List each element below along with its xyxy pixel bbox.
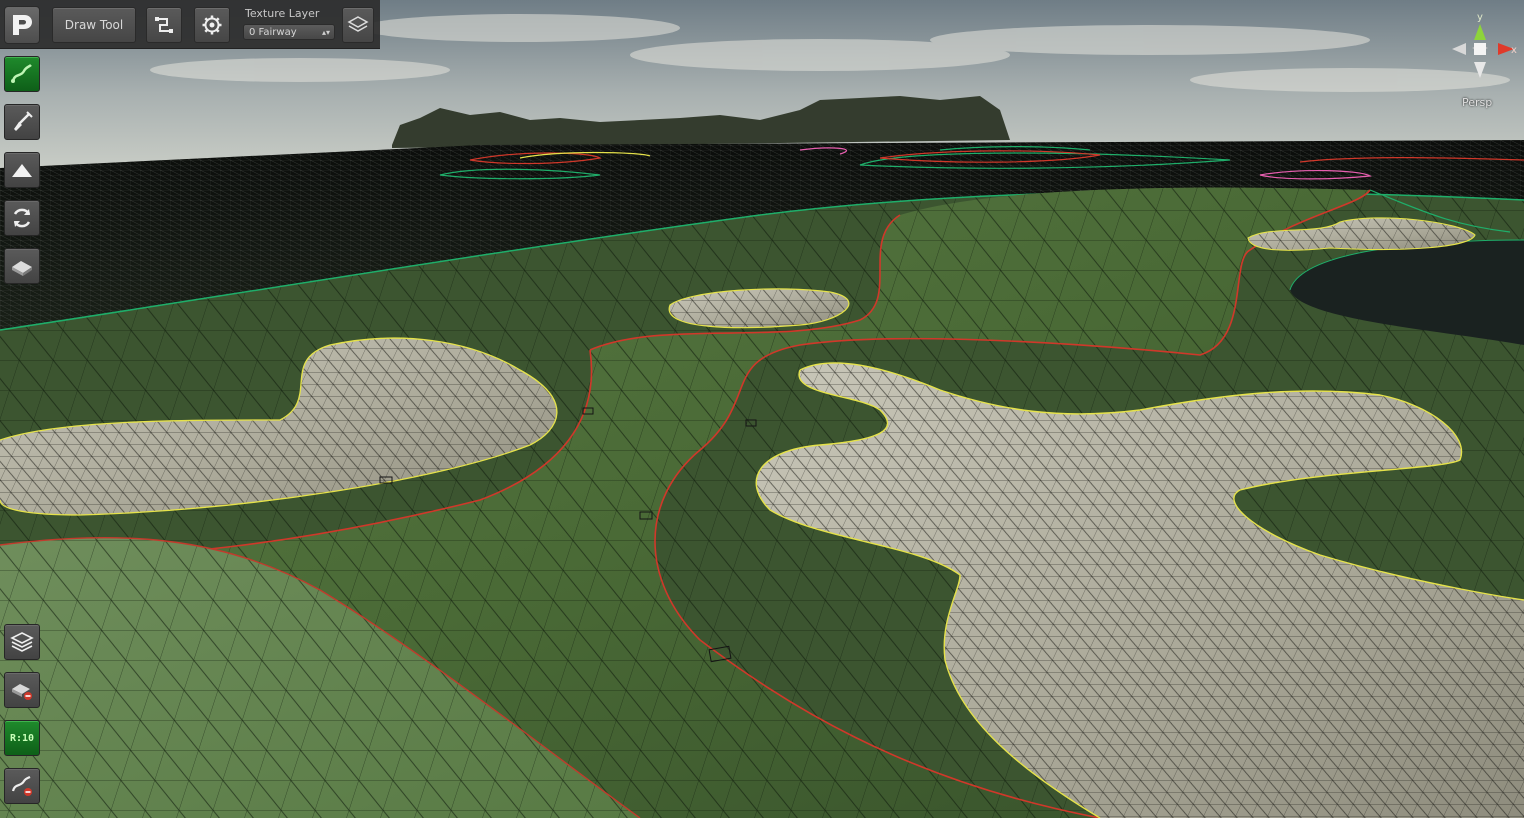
terrain-scene (0, 0, 1524, 818)
draw-tool-button[interactable]: Draw Tool (52, 7, 136, 43)
top-toolbar: Draw Tool Texture Layer 0 Fairway ▴▾ (0, 0, 380, 49)
layers-tool[interactable] (4, 624, 40, 660)
layers-icon (10, 632, 34, 652)
projection-label[interactable]: Persp (1462, 96, 1492, 109)
app-logo[interactable] (4, 6, 40, 44)
gear-icon (202, 15, 222, 35)
texture-layer-label: Texture Layer (245, 7, 320, 20)
dropdown-arrow-icon: ▴▾ (321, 28, 330, 37)
orientation-gizmo[interactable]: y x (1444, 8, 1520, 100)
remove-spline-tool[interactable] (4, 768, 40, 804)
scene-viewport[interactable] (0, 0, 1524, 818)
layers-button[interactable] (342, 7, 374, 43)
erase-paint-tool[interactable] (4, 672, 40, 708)
axis-gizmo-icon: y x (1452, 12, 1517, 78)
rotate-tool[interactable] (4, 200, 40, 236)
texture-layer-value: 0 Fairway (249, 27, 297, 38)
gizmo-x-label: x (1511, 45, 1517, 56)
spline-draw-icon (11, 64, 32, 83)
settings-button[interactable] (194, 7, 230, 43)
ratio-label: R:10 (9, 732, 35, 744)
ratio-tool[interactable]: R:10 (4, 720, 40, 756)
remove-spline-icon (11, 775, 32, 796)
app-logo-icon (13, 15, 32, 35)
terrain-raise-icon (12, 164, 32, 177)
spline-edit-button[interactable] (146, 7, 182, 43)
paint-roller-icon (12, 261, 32, 276)
texture-layer-select[interactable]: 0 Fairway ▴▾ (243, 24, 335, 40)
spline-edit-icon (155, 17, 173, 33)
paint-tool[interactable] (4, 248, 40, 284)
draw-tool-label: Draw Tool (64, 18, 124, 32)
gizmo-y-label: y (1477, 12, 1483, 23)
shovel-icon (14, 111, 33, 131)
rotate-icon (13, 208, 31, 228)
layers-icon (347, 16, 369, 32)
spline-draw-tool[interactable] (4, 56, 40, 92)
dig-tool[interactable] (4, 104, 40, 140)
eraser-icon (12, 684, 32, 700)
raise-terrain-tool[interactable] (4, 152, 40, 188)
